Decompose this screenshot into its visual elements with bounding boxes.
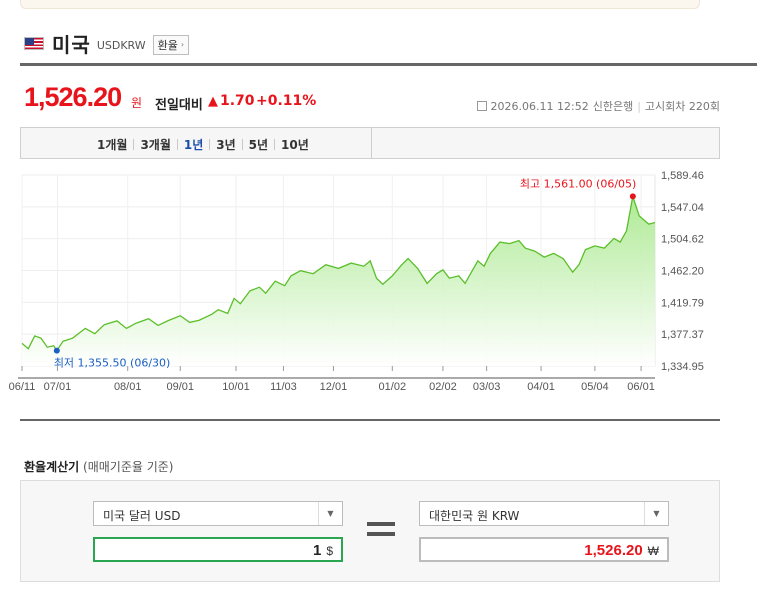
x-tick-label: 06/01 [627,381,655,393]
from-amount-input[interactable]: 1 $ [93,537,343,562]
x-tick-label: 05/04 [581,381,609,393]
equals-icon [367,522,395,542]
min-label: 최저 1,355.50 (06/30) [54,357,171,370]
y-tick-label: 1,377.37 [661,329,704,341]
to-amount-unit: ₩ [647,544,659,558]
quote-row: 1,526.20 원 전일대비 ▲ 1.70 +0.11% 2026.06.11… [24,82,724,118]
to-currency-select[interactable]: 대한민국 원 KRW ▼ [419,501,669,526]
country-name: 미국 [52,32,91,57]
period-tabs: 1개월 3개월 1년 3년 5년 10년 [91,136,315,153]
y-tick-label: 1,547.04 [661,202,704,214]
x-tick-label: 11/03 [270,381,297,393]
exchange-rate-button[interactable]: 환율 › [152,34,190,55]
x-tick-label: 06/11 [9,381,36,393]
tab-period[interactable]: 3개월 [134,136,176,153]
from-amount-value: 1 [312,542,322,559]
chevron-right-icon: › [180,40,185,49]
x-tick-label: 09/01 [166,381,194,393]
x-tick-label: 01/02 [379,381,407,393]
header-divider [20,63,757,66]
x-tick-label: 10/01 [222,381,250,393]
calculator-box: 미국 달러 USD ▼ 1 $ 대한민국 원 KRW ▼ 1,526.20 ₩ [20,480,720,582]
y-tick-label: 1,334.95 [661,361,704,373]
y-tick-label: 1,504.62 [661,234,704,246]
quote-datetime: 2026.06.11 12:52 [490,99,589,113]
up-triangle-icon: ▲ [208,94,218,109]
title-row: 미국 USDKRW 환율 › [24,30,190,57]
tab-period[interactable]: 1년 [178,136,209,153]
tab-period[interactable]: 1개월 [91,136,133,153]
min-point [53,347,60,354]
calculator-title-row: 환율계산기 (매매기준율 기준) [24,458,174,475]
calculator-title: 환율계산기 [24,460,80,474]
max-label: 최고 1,561.00 (06/05) [520,177,637,190]
exchange-rate-label: 환율 [157,38,178,52]
top-banner-strip [20,0,700,9]
chevron-down-icon[interactable]: ▼ [318,502,342,525]
current-price: 1,526.20 [24,82,122,112]
exchange-rate-chart: 1,589.46 1,547.04 1,504.62 1,462.20 1,419.79… [9,170,704,393]
x-tick-label: 12/01 [320,381,348,393]
to-currency-value: 대한민국 원 KRW [429,509,520,523]
currency-code: USDKRW [96,39,146,52]
tab-period[interactable]: 3년 [210,136,241,153]
from-currency-value: 미국 달러 USD [103,509,181,523]
from-amount-unit: $ [326,544,333,558]
tab-period[interactable]: 5년 [243,136,274,153]
max-point [629,193,636,200]
notice-round: 고시회차 220회 [644,100,720,113]
to-amount-output[interactable]: 1,526.20 ₩ [419,537,669,562]
quote-meta: 2026.06.11 12:52 신한은행 | 고시회차 220회 [476,98,720,114]
chevron-down-icon[interactable]: ▼ [644,502,668,525]
calendar-icon [476,101,487,111]
x-tick-label: 07/01 [44,381,72,393]
y-tick-label: 1,419.79 [661,297,704,309]
x-tick-label: 04/01 [527,381,555,393]
change-percent: +0.11% [256,93,317,109]
bank-name: 신한은행 [592,100,634,113]
from-currency-select[interactable]: 미국 달러 USD ▼ [93,501,343,526]
to-amount-value: 1,526.20 [584,542,643,559]
period-tabbar: 1개월 3개월 1년 3년 5년 10년 [20,127,720,159]
section-divider [20,419,720,421]
y-tick-label: 1,589.46 [661,170,704,182]
compare-label: 전일대비 [155,98,203,113]
price-unit: 원 [131,96,143,110]
x-tick-label: 03/03 [473,381,501,393]
y-tick-label: 1,462.20 [661,266,704,278]
calculator-subtitle: (매매기준율 기준) [83,460,174,474]
tab-period[interactable]: 10년 [275,136,315,153]
x-tick-label: 08/01 [114,381,142,393]
x-tick-label: 02/02 [429,381,457,393]
change-value: 1.70 [220,93,255,109]
us-flag-icon [24,36,44,50]
